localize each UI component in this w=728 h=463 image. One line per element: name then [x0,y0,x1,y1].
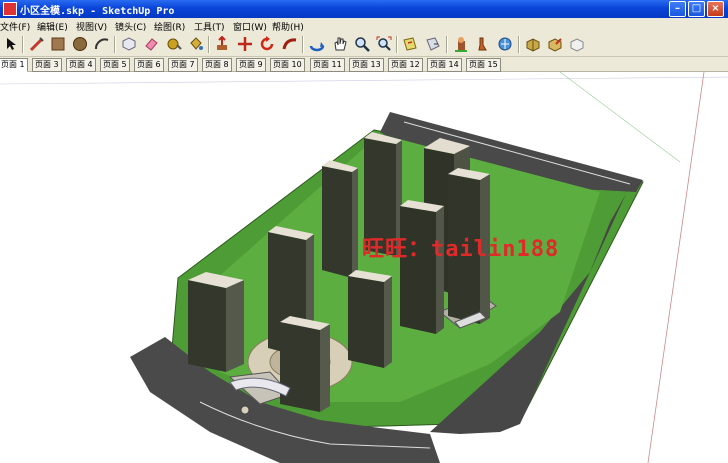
rotate-icon[interactable] [259,36,275,52]
main-toolbar [0,33,728,57]
scene-tab-bar: 页面 1 页面 3 页面 4 页面 5 页面 6 页面 7 页面 8 页面 9 … [0,57,728,72]
get-models-icon[interactable] [547,36,563,52]
tape-measure-icon[interactable] [166,36,182,52]
move-icon[interactable] [237,36,253,52]
walk-icon[interactable] [474,36,490,52]
share-model-icon[interactable] [569,36,585,52]
window-title: 小区全模.skp - SketchUp Pro [20,6,175,17]
look-around-icon[interactable] [497,36,513,52]
rectangle-icon[interactable] [50,36,66,52]
zoom-icon[interactable] [354,36,370,52]
tab-scene-3[interactable]: 页面 3 [32,58,62,72]
eraser-icon[interactable] [143,36,159,52]
position-camera-icon[interactable] [453,36,469,52]
minimize-button[interactable]: – [669,1,686,17]
tab-scene-6[interactable]: 页面 6 [134,58,164,72]
tab-scene-9[interactable]: 页面 9 [236,58,266,72]
tab-scene-10[interactable]: 页面 10 [270,58,305,72]
menu-view[interactable]: 视图(V) [76,20,107,33]
menu-window[interactable]: 窗口(W) [233,20,267,33]
window-controls: – □ × [669,1,724,17]
close-button[interactable]: × [707,1,724,17]
menu-help[interactable]: 帮助(H) [272,20,304,33]
menu-camera[interactable]: 镜头(C) [115,20,146,33]
follow-me-icon[interactable] [282,36,298,52]
tab-scene-13[interactable]: 页面 13 [349,58,384,72]
menu-bar: 文件(F) 编辑(E) 视图(V) 镜头(C) 绘图(R) 工具(T) 窗口(W… [0,18,728,33]
watermark-text: 旺旺：tailin188 [362,237,560,262]
make-component-icon[interactable] [121,36,137,52]
menu-draw[interactable]: 绘图(R) [154,20,185,33]
previous-view-icon[interactable] [425,36,441,52]
tab-scene-14[interactable]: 页面 14 [427,58,462,72]
line-icon[interactable] [29,36,45,52]
add-location-icon[interactable] [525,36,541,52]
menu-file[interactable]: 文件(F) [0,20,30,33]
push-pull-icon[interactable] [214,36,230,52]
menu-tools[interactable]: 工具(T) [194,20,225,33]
tab-scene-11[interactable]: 页面 11 [310,58,345,72]
paint-bucket-icon[interactable] [188,36,204,52]
select-icon[interactable] [3,36,19,52]
menu-edit[interactable]: 编辑(E) [37,20,68,33]
residential-model-render [0,72,728,463]
maximize-button[interactable]: □ [688,1,705,17]
title-bar: 小区全模.skp - SketchUp Pro – □ × [0,0,728,18]
tab-scene-12[interactable]: 页面 12 [388,58,423,72]
arc-icon[interactable] [94,36,110,52]
tab-scene-7[interactable]: 页面 7 [168,58,198,72]
section-plane-icon[interactable] [402,36,418,52]
tab-scene-8[interactable]: 页面 8 [202,58,232,72]
circle-icon[interactable] [72,36,88,52]
pan-icon[interactable] [332,36,348,52]
tab-scene-5[interactable]: 页面 5 [100,58,130,72]
orbit-icon[interactable] [309,36,325,52]
tab-scene-1[interactable]: 页面 1 [0,58,28,72]
sketchup-app-icon[interactable] [3,2,17,16]
tab-scene-15[interactable]: 页面 15 [466,58,501,72]
zoom-extents-icon[interactable] [376,36,392,52]
model-viewport[interactable]: 旺旺：tailin188 [0,72,728,463]
tab-scene-4[interactable]: 页面 4 [66,58,96,72]
